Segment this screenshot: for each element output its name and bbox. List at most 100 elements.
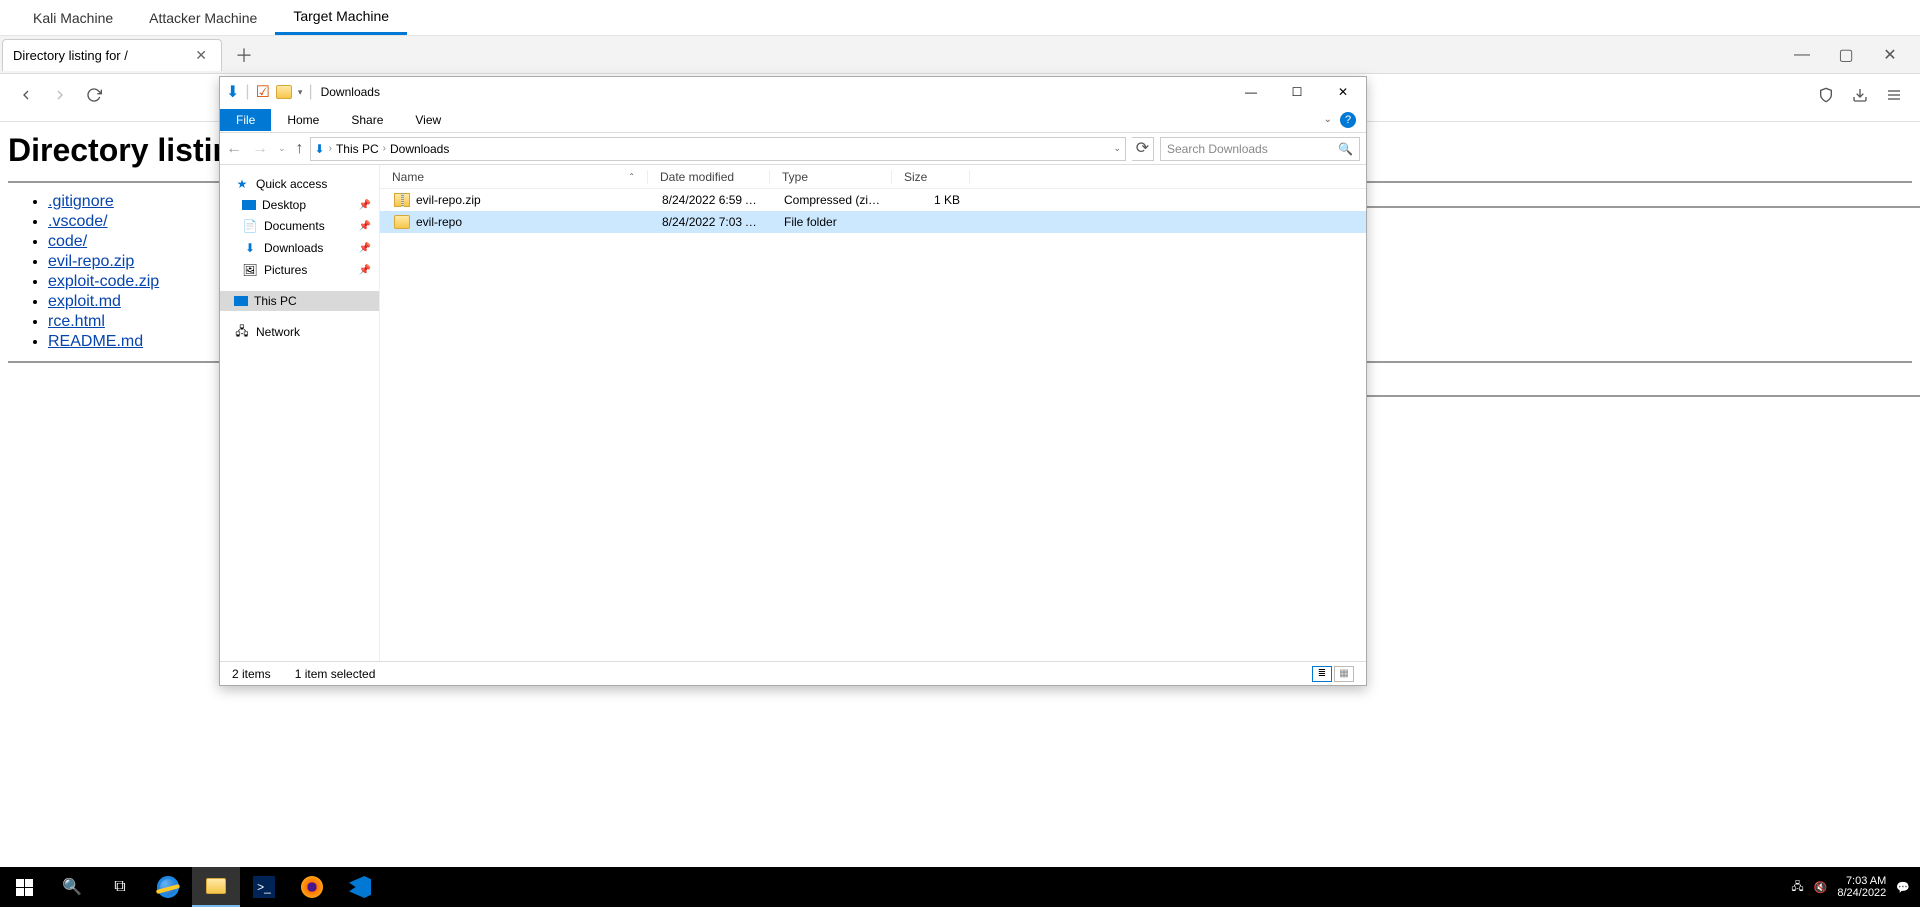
powershell-icon: >_	[253, 876, 275, 898]
taskbar-search-button[interactable]: 🔍	[48, 867, 96, 907]
explorer-titlebar[interactable]: ⬇ | ☑ ▾ | Downloads — ☐ ✕	[220, 77, 1366, 107]
browser-tab[interactable]: Directory listing for / ✕	[2, 39, 222, 71]
download-icon[interactable]	[1852, 87, 1868, 108]
close-tab-icon[interactable]: ✕	[191, 47, 211, 64]
file-name: evil-repo.zip	[416, 193, 481, 207]
directory-link[interactable]: code/	[48, 233, 87, 250]
qat-dropdown-icon[interactable]: ▾	[298, 87, 303, 98]
address-dropdown-icon[interactable]: ⌄	[1113, 143, 1121, 154]
address-bar[interactable]: ⬇ › This PC › Downloads ⌄	[310, 137, 1126, 161]
task-view-button[interactable]: ⧉	[96, 867, 144, 907]
network-icon: 🖧	[234, 324, 250, 340]
nav-documents[interactable]: 📄 Documents 📌	[220, 215, 379, 237]
vscode-icon	[349, 876, 371, 898]
new-tab-button[interactable]: ＋	[230, 41, 258, 69]
explorer-recent-dropdown[interactable]: ⌄	[278, 143, 286, 154]
breadcrumb-downloads[interactable]: Downloads	[390, 142, 449, 156]
nav-pictures[interactable]: 🖼 Pictures 📌	[220, 259, 379, 281]
ribbon-file[interactable]: File	[220, 109, 271, 131]
directory-link[interactable]: README.md	[48, 333, 143, 350]
ribbon-share[interactable]: Share	[335, 109, 399, 131]
file-name: evil-repo	[416, 215, 462, 229]
search-input[interactable]: Search Downloads 🔍	[1160, 137, 1360, 161]
machine-tab-kali[interactable]: Kali Machine	[15, 2, 131, 34]
taskbar-firefox-button[interactable]	[288, 867, 336, 907]
directory-link[interactable]: exploit-code.zip	[48, 273, 159, 290]
desktop-icon	[242, 200, 256, 210]
machine-tab-bar: Kali Machine Attacker Machine Target Mac…	[0, 0, 1920, 36]
taskbar-vscode-button[interactable]	[336, 867, 384, 907]
ribbon-tabs: File Home Share View ⌄ ?	[220, 107, 1366, 133]
address-refresh-button[interactable]: ⟳	[1132, 137, 1154, 161]
forward-button[interactable]	[52, 87, 68, 108]
browser-tab-title: Directory listing for /	[13, 48, 128, 63]
menu-icon[interactable]	[1886, 87, 1902, 108]
tray-clock[interactable]: 7:03 AM 8/24/2022	[1837, 875, 1886, 899]
download-arrow-icon: ⬇	[315, 142, 325, 156]
explorer-maximize-button[interactable]: ☐	[1274, 77, 1320, 107]
directory-link[interactable]: exploit.md	[48, 293, 121, 310]
col-name[interactable]: Name⌃	[380, 170, 648, 184]
browser-tab-strip: Directory listing for / ✕ ＋ — ▢ ✕	[0, 36, 1920, 74]
zip-icon	[394, 193, 410, 207]
firefox-icon	[301, 876, 323, 898]
machine-tab-attacker[interactable]: Attacker Machine	[131, 2, 275, 34]
col-date[interactable]: Date modified	[648, 170, 770, 184]
file-date: 8/24/2022 7:03 AM	[650, 215, 772, 229]
directory-link[interactable]: rce.html	[48, 313, 105, 330]
col-size[interactable]: Size	[892, 170, 970, 184]
browser-maximize-icon[interactable]: ▢	[1836, 45, 1856, 65]
reload-button[interactable]	[86, 87, 102, 108]
qat-properties-icon[interactable]: ☑	[256, 82, 270, 102]
nav-desktop[interactable]: Desktop 📌	[220, 195, 379, 215]
ribbon-view[interactable]: View	[399, 109, 457, 131]
file-list-area: Name⌃ Date modified Type Size evil-repo.…	[380, 165, 1366, 661]
pin-icon: 📌	[359, 221, 371, 232]
status-item-count: 2 items	[232, 667, 271, 681]
windows-logo-icon	[16, 879, 33, 896]
download-arrow-icon: ⬇	[242, 240, 258, 256]
table-row[interactable]: evil-repo 8/24/2022 7:03 AMFile folder	[380, 211, 1366, 233]
browser-close-icon[interactable]: ✕	[1880, 45, 1900, 65]
pin-icon: 📌	[359, 200, 371, 211]
explorer-back-button[interactable]: ←	[226, 140, 242, 158]
file-size: 1 KB	[894, 193, 972, 207]
view-details-button[interactable]: ≣	[1312, 666, 1332, 682]
shield-icon[interactable]	[1818, 87, 1834, 108]
ribbon-home[interactable]: Home	[271, 109, 335, 131]
table-row[interactable]: evil-repo.zip8/24/2022 6:59 AMCompressed…	[380, 189, 1366, 211]
qat-down-arrow-icon[interactable]: ⬇	[226, 82, 239, 102]
taskbar-powershell-button[interactable]: >_	[240, 867, 288, 907]
directory-link[interactable]: evil-repo.zip	[48, 253, 134, 270]
nav-network[interactable]: 🖧 Network	[220, 321, 379, 343]
nav-this-pc[interactable]: This PC	[220, 291, 379, 311]
explorer-minimize-button[interactable]: —	[1228, 77, 1274, 107]
directory-link[interactable]: .gitignore	[48, 193, 114, 210]
help-icon[interactable]: ?	[1340, 112, 1356, 128]
machine-tab-target[interactable]: Target Machine	[275, 0, 407, 35]
tray-network-icon[interactable]: 🖧	[1791, 878, 1803, 897]
browser-minimize-icon[interactable]: —	[1792, 45, 1812, 65]
search-placeholder: Search Downloads	[1167, 142, 1268, 156]
taskbar-ie-button[interactable]	[144, 867, 192, 907]
back-button[interactable]	[18, 87, 34, 108]
ribbon-expand-icon[interactable]: ⌄	[1324, 114, 1332, 125]
taskbar-explorer-button[interactable]	[192, 867, 240, 907]
navigation-pane: ★ Quick access Desktop 📌 📄 Documents 📌 ⬇…	[220, 165, 380, 661]
start-button[interactable]	[0, 867, 48, 907]
explorer-forward-button[interactable]: →	[252, 140, 268, 158]
explorer-up-button[interactable]: ↑	[296, 140, 304, 158]
folder-icon	[394, 215, 410, 229]
nav-downloads[interactable]: ⬇ Downloads 📌	[220, 237, 379, 259]
explorer-close-button[interactable]: ✕	[1320, 77, 1366, 107]
view-large-button[interactable]: ▦	[1334, 666, 1354, 682]
file-type: File folder	[772, 215, 894, 229]
tray-sound-icon[interactable]: 🔇	[1814, 881, 1828, 894]
folder-icon	[276, 85, 292, 99]
status-bar: 2 items 1 item selected ≣ ▦	[220, 661, 1366, 685]
col-type[interactable]: Type	[770, 170, 892, 184]
directory-link[interactable]: .vscode/	[48, 213, 108, 230]
nav-quick-access[interactable]: ★ Quick access	[220, 173, 379, 195]
breadcrumb-this-pc[interactable]: This PC	[336, 142, 379, 156]
tray-notifications-icon[interactable]: 💬	[1896, 881, 1910, 894]
